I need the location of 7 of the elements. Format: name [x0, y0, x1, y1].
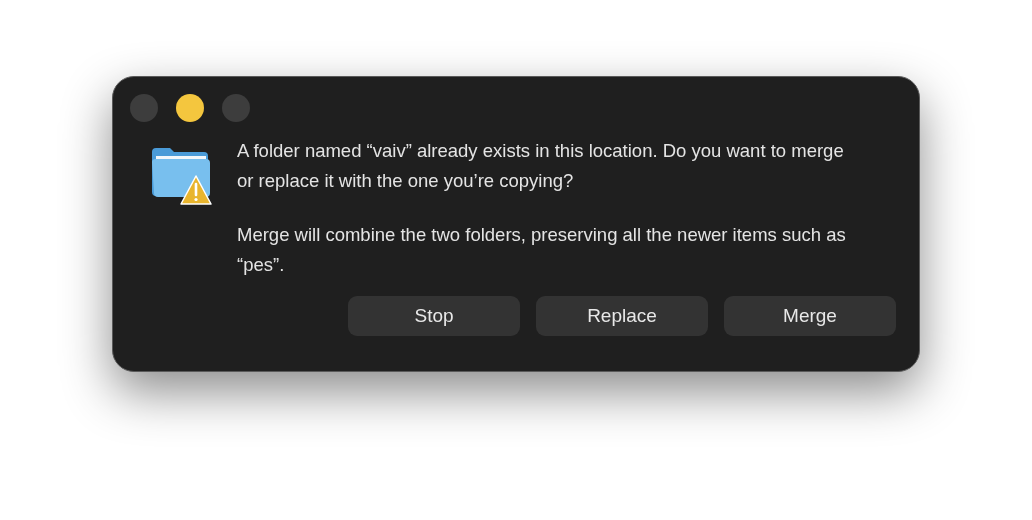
- folder-warning-icon: [150, 146, 212, 206]
- dialog-button[interactable]: Stop: [348, 296, 520, 336]
- dialog-button[interactable]: Merge: [724, 296, 896, 336]
- message-text: A folder named “vaiv” already exists in this location. Do you want to merge or replace it with the one you’re copying?: [237, 139, 845, 193]
- window-control-button[interactable]: [176, 94, 204, 122]
- detail-text: Merge will combine the two folders, preserving all the newer items such as “pes”.: [237, 223, 847, 277]
- dialog-button[interactable]: Replace: [536, 296, 708, 336]
